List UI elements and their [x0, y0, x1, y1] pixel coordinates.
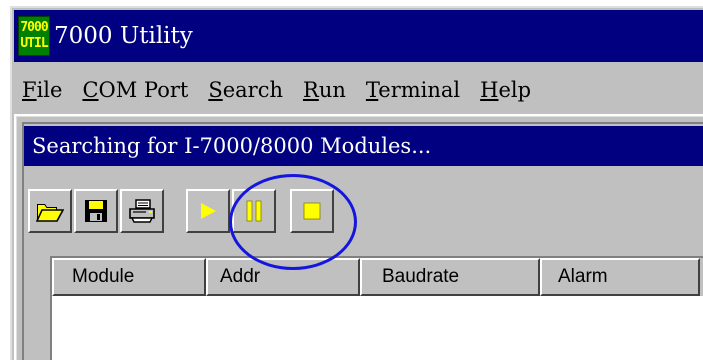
menu-help[interactable]: Help — [472, 78, 543, 102]
menu-run-accel: R — [303, 78, 319, 102]
stop-icon — [303, 202, 321, 220]
print-button[interactable] — [120, 189, 164, 233]
column-header-module[interactable]: Module — [52, 258, 206, 296]
menu-file-label: ile — [36, 78, 63, 102]
open-folder-icon — [36, 204, 64, 222]
menu-terminal-label: erminal — [378, 78, 461, 102]
app-logo-line-1: 7000 — [20, 20, 48, 35]
menu-terminal-accel: T — [365, 78, 379, 102]
app-titlebar[interactable]: 7000 UTIL 7000 Utility — [14, 10, 703, 62]
menubar: File COM Port Search Run Terminal Help — [14, 70, 703, 110]
menu-search-accel: S — [208, 78, 223, 102]
menu-com-port[interactable]: COM Port — [74, 78, 200, 102]
child-titlebar[interactable]: Searching for I-7000/8000 Modules... — [24, 126, 703, 166]
child-title: Searching for I-7000/8000 Modules... — [32, 134, 432, 158]
column-header-alarm[interactable]: Alarm — [540, 258, 700, 296]
column-header-addr[interactable]: Addr — [206, 258, 360, 296]
menu-help-label: elp — [498, 78, 532, 102]
print-icon — [129, 199, 155, 223]
open-button[interactable] — [28, 189, 72, 233]
column-header-baudrate[interactable]: Baudrate — [360, 258, 540, 296]
menu-run-label: un — [318, 78, 346, 102]
app-logo-icon[interactable]: 7000 UTIL — [18, 16, 50, 56]
menu-com-port-label: OM Port — [98, 78, 189, 102]
play-icon — [201, 203, 216, 219]
menu-run[interactable]: Run — [295, 78, 358, 102]
pause-button[interactable] — [232, 189, 276, 233]
menu-file-accel: F — [22, 78, 37, 102]
menu-search[interactable]: Search — [200, 78, 295, 102]
module-list[interactable]: Module Addr Baudrate Alarm — [50, 256, 703, 360]
toolbar — [28, 186, 703, 236]
menu-search-label: earch — [222, 78, 283, 102]
search-child-window: Searching for I-7000/8000 Modules... Mod… — [14, 114, 703, 360]
run-button[interactable] — [186, 189, 230, 233]
app-title: 7000 Utility — [54, 23, 193, 49]
menu-file[interactable]: File — [14, 78, 74, 102]
menu-com-port-accel: C — [82, 78, 99, 102]
list-header: Module Addr Baudrate Alarm — [52, 258, 703, 296]
stop-button[interactable] — [290, 189, 334, 233]
menu-help-accel: H — [480, 78, 499, 102]
app-logo-line-2: UTIL — [20, 36, 48, 51]
save-disk-icon — [85, 200, 107, 222]
save-button[interactable] — [74, 189, 118, 233]
pause-icon — [246, 200, 262, 222]
menu-terminal[interactable]: Terminal — [358, 78, 472, 102]
